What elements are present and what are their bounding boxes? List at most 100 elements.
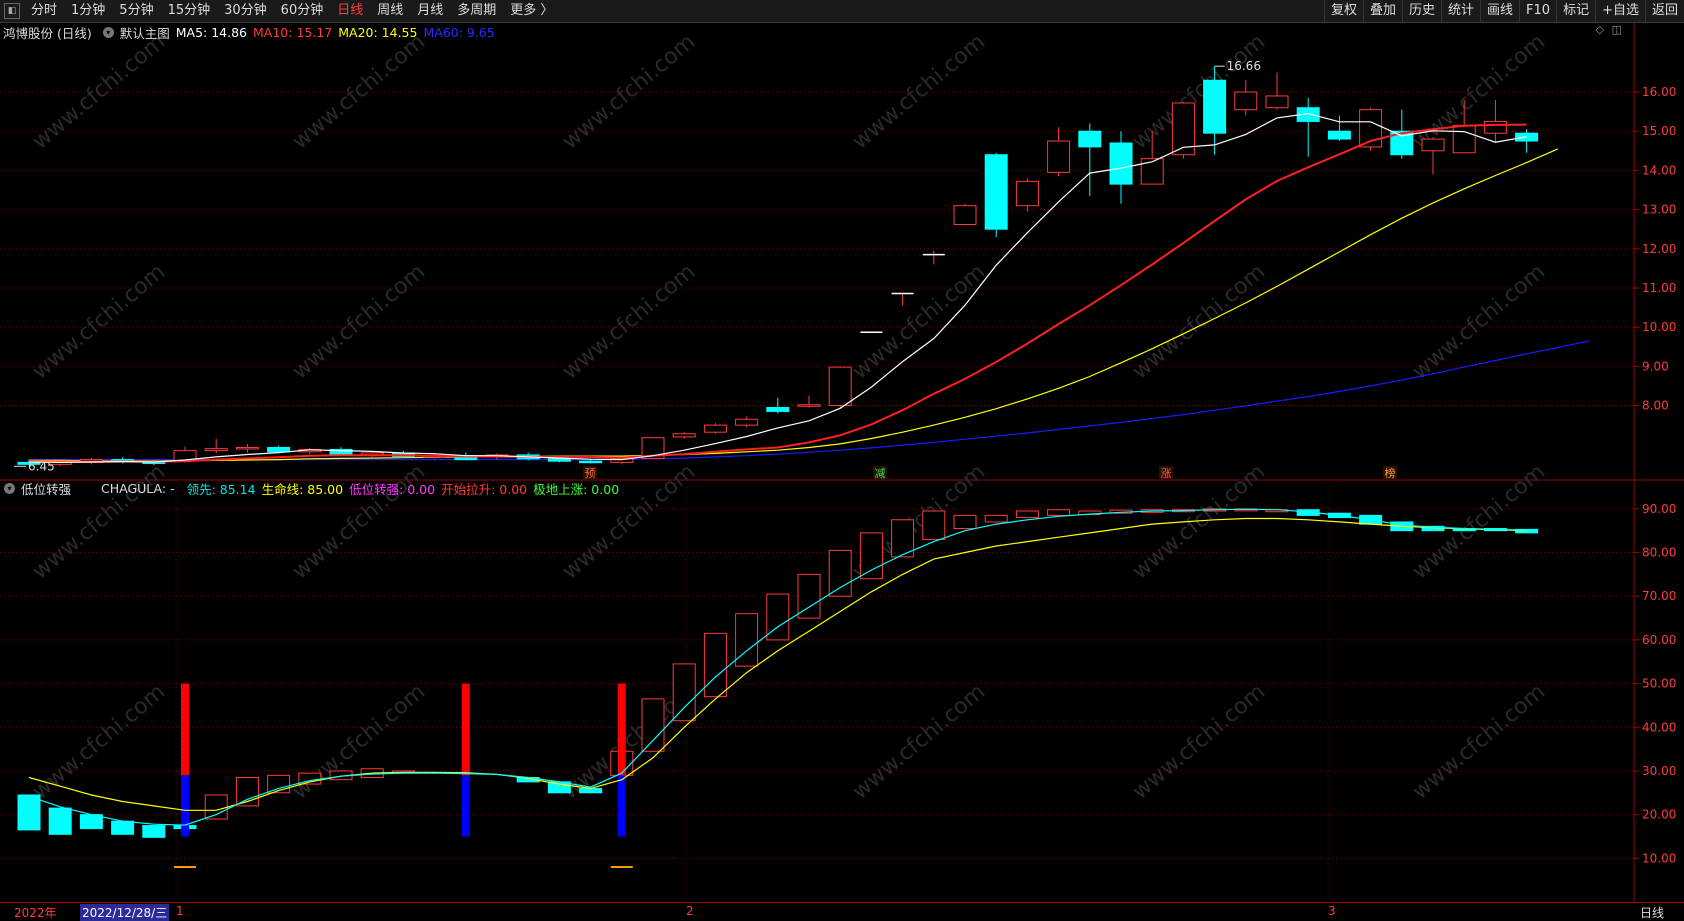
template-label[interactable]: 默认主图 [120,23,170,42]
tool-button-2[interactable]: 历史 [1401,0,1441,22]
sub-bar [953,514,977,529]
function-bar: 复权 叠加 历史 统计 画线 F10 标记 +自选 返回 [1323,0,1684,22]
sub-info-bar: ▾ 低位转强 CHAGULA: - 领先: 85.14 生命线: 85.00 低… [0,478,625,498]
period-bar: ◧ 分时 1分钟 5分钟 15分钟 30分钟 60分钟 日线 周线 月线 多周期 更多 〉 [0,0,560,22]
watermark: www.cfchi.com [288,679,430,804]
sub-tick-label: 90.00 [1642,502,1676,516]
period-tab-2[interactable]: 5分钟 [112,0,160,22]
sub-bar [1047,509,1071,516]
watermark: www.cfchi.com [1128,459,1270,584]
sub-bar [922,510,946,540]
start-up-label: 开始拉升: 0.00 [441,481,528,497]
candle-body [1452,124,1476,154]
sub-tick-label: 70.00 [1642,589,1676,603]
high-price-label: 16.66 [1227,59,1261,73]
candle-body [1327,130,1351,140]
tool-button-7[interactable]: +自选 [1595,0,1645,22]
sub-bar [828,549,852,597]
watermark: www.cfchi.com [288,259,430,384]
candle-body [579,460,603,464]
event-marker: 涨 [1161,467,1172,480]
sub-tick-label: 80.00 [1642,546,1676,560]
lead-label: 领先: 85.14 [186,481,256,497]
collapse-icon[interactable]: ◧ [4,3,20,19]
tool-button-8[interactable]: 返回 [1644,0,1684,22]
period-tab-1[interactable]: 1分钟 [64,0,112,22]
watermark: www.cfchi.com [1128,679,1270,804]
kline-chart[interactable]: 16.00 15.00 14.00 13.00 12.00 11.00 10.00 9.00 8… [0,0,1684,919]
cursor-date: 2022/12/28/三 [80,904,170,921]
candle-body [547,458,571,462]
price-tick-label: 9.00 [1642,359,1669,373]
panel-icon[interactable]: ◫ [1612,23,1622,36]
watermark: www.cfchi.com [848,679,990,804]
candle-body [1421,138,1445,152]
stock-title: 鸿博股份 (日线) [3,25,92,41]
period-tab-7[interactable]: 周线 [370,0,410,22]
period-tab-10[interactable]: 更多 〉 [503,0,560,22]
candle-body [766,407,790,412]
period-tab-3[interactable]: 15分钟 [161,0,218,22]
candle-body [267,446,291,453]
period-label[interactable]: 日线 [1640,904,1664,921]
signal-red-bar [181,683,189,776]
ma60-label: MA60: 9.65 [423,24,495,40]
low-price-label: 6.45 [28,459,55,473]
candle-body [735,418,759,426]
candle-body [1109,142,1133,185]
candle-body [1140,158,1164,185]
signal-tick [174,866,196,868]
sub-tick-label: 10.00 [1642,851,1676,865]
candle-body [1234,91,1258,111]
sub-bar [859,532,883,580]
diamond-icon[interactable]: ◇ [1596,23,1604,36]
sub-dropdown-icon[interactable]: ▾ [4,482,15,494]
sub-tick-label: 40.00 [1642,720,1676,734]
candle-body [204,448,228,452]
sub-bar [204,794,228,820]
sub-bar [111,820,135,835]
watermark: www.cfchi.com [558,29,700,154]
price-tick-label: 12.00 [1642,242,1676,256]
month-1: 1 [176,904,184,918]
price-tick-label: 16.00 [1642,85,1676,99]
watermark: www.cfchi.com [28,259,170,384]
watermark: www.cfchi.com [1128,259,1270,384]
watermark: www.cfchi.com [28,679,170,804]
period-tab-8[interactable]: 月线 [410,0,450,22]
ma20-line [29,148,1559,462]
signal-blue-bar [617,775,626,837]
sub-tick-label: 30.00 [1642,764,1676,778]
main-info-bar: 鸿博股份 (日线) ▾ 默认主图 MA5: 14.86 MA10: 15.17 … [0,22,501,42]
sub-bar [735,613,759,667]
tool-button-5[interactable]: F10 [1519,0,1556,22]
candle-body [797,404,821,407]
tool-button-4[interactable]: 画线 [1480,0,1519,22]
period-tab-6[interactable]: 日线 [330,0,370,22]
dropdown-icon[interactable]: ▾ [102,26,114,38]
indicator-name[interactable]: 低位转强 [21,479,71,498]
tool-button-6[interactable]: 标记 [1556,0,1595,22]
side-tools: ◇ ◫ [1596,23,1622,36]
sub-bar [142,825,166,838]
signal-tick [610,866,633,868]
candle-body [1047,140,1071,173]
period-tab-5[interactable]: 60分钟 [274,0,331,22]
period-tab-9[interactable]: 多周期 [450,0,503,22]
price-tick-label: 14.00 [1642,163,1676,177]
candle-body [1265,95,1289,109]
month-3: 3 [1328,904,1336,918]
year-label: 2022年 [14,906,57,920]
tool-button-3[interactable]: 统计 [1441,0,1480,22]
candle-body [703,424,727,433]
signal-blue-bar [461,775,470,837]
month-2: 2 [686,904,694,918]
tool-button-0[interactable]: 复权 [1323,0,1363,22]
tool-button-1[interactable]: 叠加 [1362,0,1402,22]
watermark: www.cfchi.com [558,259,700,384]
price-tick-label: 11.00 [1642,281,1676,295]
period-tab-4[interactable]: 30分钟 [217,0,274,22]
sub-tick-label: 50.00 [1642,677,1676,691]
sub-bar [17,794,41,831]
period-tab-0[interactable]: 分时 [24,0,64,22]
